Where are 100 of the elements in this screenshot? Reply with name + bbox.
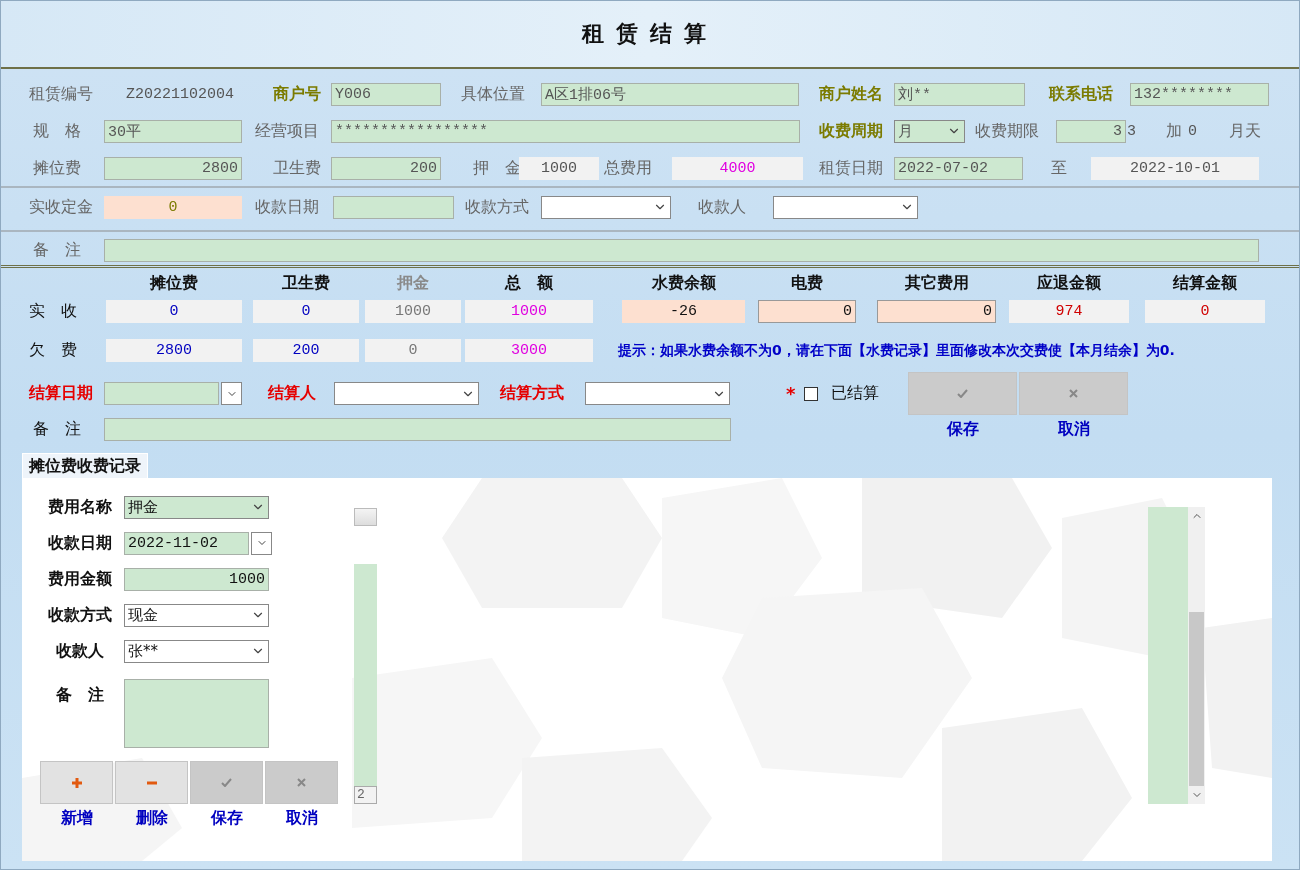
field-label: 收款人 bbox=[698, 196, 747, 218]
field-label: 至 bbox=[1051, 157, 1068, 179]
dropdown[interactable]: 押金 bbox=[124, 495, 269, 519]
field-label: 联系电话 bbox=[1049, 83, 1114, 105]
input-field[interactable]: 30平 bbox=[104, 119, 242, 143]
field-label: 收费期限 bbox=[975, 120, 1040, 142]
minus-icon bbox=[145, 780, 158, 785]
text-area[interactable] bbox=[124, 679, 269, 748]
dropdown[interactable] bbox=[585, 382, 730, 406]
input-field[interactable]: 1000 bbox=[124, 567, 269, 591]
input-field[interactable]: 0 bbox=[758, 300, 856, 323]
field-label: 收款方式 bbox=[47, 604, 113, 626]
field-label: 商户姓名 bbox=[819, 83, 884, 105]
value-field: 200 bbox=[253, 339, 359, 362]
plus-icon bbox=[70, 776, 83, 789]
field-label: 商户号 bbox=[273, 83, 322, 105]
value-text: 3 bbox=[1127, 122, 1137, 140]
required-mark: * bbox=[786, 383, 797, 405]
field-label: 收款日期 bbox=[255, 196, 320, 218]
field-label: 备 注 bbox=[55, 684, 105, 706]
field-label: 总费用 bbox=[604, 157, 653, 179]
field-label: 收款方式 bbox=[465, 196, 530, 218]
field-label: 费用金额 bbox=[47, 568, 113, 590]
checkbox[interactable] bbox=[804, 386, 818, 401]
value-field: -26 bbox=[622, 300, 745, 323]
window-title: 租赁结算 bbox=[582, 20, 718, 48]
date-field[interactable]: 2022-11-02 bbox=[124, 531, 249, 555]
field-label: 备 注 bbox=[33, 418, 82, 440]
value-text: Z20221102004 bbox=[126, 85, 236, 103]
value-field: 4000 bbox=[672, 156, 803, 180]
field-label: 加 bbox=[1166, 120, 1183, 142]
column-header: 总 额 bbox=[503, 272, 554, 294]
field-label: 押 金 bbox=[473, 157, 519, 179]
dropdown[interactable]: 月 bbox=[894, 119, 965, 143]
field-label: 结算日期 bbox=[29, 383, 94, 405]
column-header: 水费余额 bbox=[650, 272, 717, 294]
field-label: 摊位费 bbox=[33, 157, 82, 179]
column-header: 卫生费 bbox=[281, 272, 331, 294]
scroll-thumb[interactable] bbox=[1189, 612, 1204, 786]
check-icon bbox=[957, 389, 968, 398]
date-picker-button[interactable] bbox=[221, 382, 242, 406]
value-field: 0 bbox=[253, 300, 359, 323]
column-header: 结算金额 bbox=[1172, 272, 1238, 294]
tab[interactable]: 摊位费收费记录 bbox=[22, 453, 148, 478]
close-icon bbox=[297, 778, 306, 787]
field-label: 规 格 bbox=[33, 120, 82, 142]
input-field[interactable]: ***************** bbox=[331, 119, 800, 143]
column-header: 押金 bbox=[396, 272, 430, 294]
value-field: 2022-10-01 bbox=[1091, 156, 1259, 180]
row-label: 实 收 bbox=[29, 301, 78, 322]
input-field[interactable]: 刘** bbox=[894, 82, 1025, 106]
column-header: 摊位费 bbox=[148, 272, 199, 294]
row-label: 欠 费 bbox=[29, 340, 78, 361]
input-field[interactable]: 132******** bbox=[1130, 82, 1269, 106]
column-header: 其它费用 bbox=[903, 272, 970, 294]
record-list[interactable] bbox=[1148, 507, 1188, 804]
value-field: 0 bbox=[1145, 300, 1265, 323]
input-field[interactable] bbox=[104, 238, 1259, 262]
field-label: 收款人 bbox=[55, 640, 105, 662]
input-field[interactable] bbox=[333, 195, 454, 219]
input-field[interactable]: 2022-07-02 bbox=[894, 156, 1023, 180]
value-field: 3000 bbox=[465, 339, 593, 362]
nav-button[interactable] bbox=[354, 508, 377, 526]
input-field[interactable]: 2800 bbox=[104, 156, 242, 180]
value-field: 0 bbox=[106, 300, 242, 323]
value-field: 1000 bbox=[519, 156, 599, 180]
value-field: 1000 bbox=[465, 300, 593, 323]
input-field[interactable]: Y006 bbox=[331, 82, 441, 106]
dropdown[interactable]: 现金 bbox=[124, 603, 269, 627]
input-field[interactable]: A区1排06号 bbox=[541, 82, 799, 106]
button-caption: 保存 bbox=[209, 808, 244, 829]
value-field: 974 bbox=[1009, 300, 1129, 323]
field-label: 月天 bbox=[1229, 120, 1262, 142]
column-header: 电费 bbox=[790, 272, 824, 294]
field-label: 收费周期 bbox=[819, 120, 884, 142]
dropdown[interactable] bbox=[773, 195, 918, 219]
date-field[interactable] bbox=[104, 382, 219, 406]
value-field: 1000 bbox=[365, 300, 461, 323]
input-field[interactable]: 0 bbox=[877, 300, 996, 323]
add-button[interactable] bbox=[40, 761, 113, 804]
field-label: 实收定金 bbox=[29, 196, 94, 218]
button-caption: 删除 bbox=[134, 808, 169, 829]
button-caption: 保存 bbox=[945, 419, 980, 440]
field-label: 收款日期 bbox=[47, 532, 113, 554]
check-icon bbox=[221, 778, 232, 787]
field-label: 结算人 bbox=[268, 383, 317, 405]
input-field[interactable]: 3 bbox=[1056, 119, 1126, 143]
field-label: 费用名称 bbox=[47, 496, 113, 518]
dropdown[interactable]: 张** bbox=[124, 639, 269, 663]
input-field[interactable] bbox=[104, 417, 731, 441]
hint-text: 提示：如果水费余额不为0，请在下面【水费记录】里面修改本次交费使【本月结余】为0. bbox=[618, 341, 1175, 360]
dropdown[interactable] bbox=[541, 195, 671, 219]
field-label: 已结算 bbox=[831, 383, 880, 405]
scrollbar[interactable] bbox=[1188, 507, 1205, 804]
date-picker-button[interactable] bbox=[251, 531, 272, 555]
field-label: 具体位置 bbox=[461, 83, 526, 105]
delete-button[interactable] bbox=[115, 761, 188, 804]
input-field[interactable]: 200 bbox=[331, 156, 441, 180]
value-text: 0 bbox=[1188, 122, 1198, 140]
dropdown[interactable] bbox=[334, 382, 479, 406]
